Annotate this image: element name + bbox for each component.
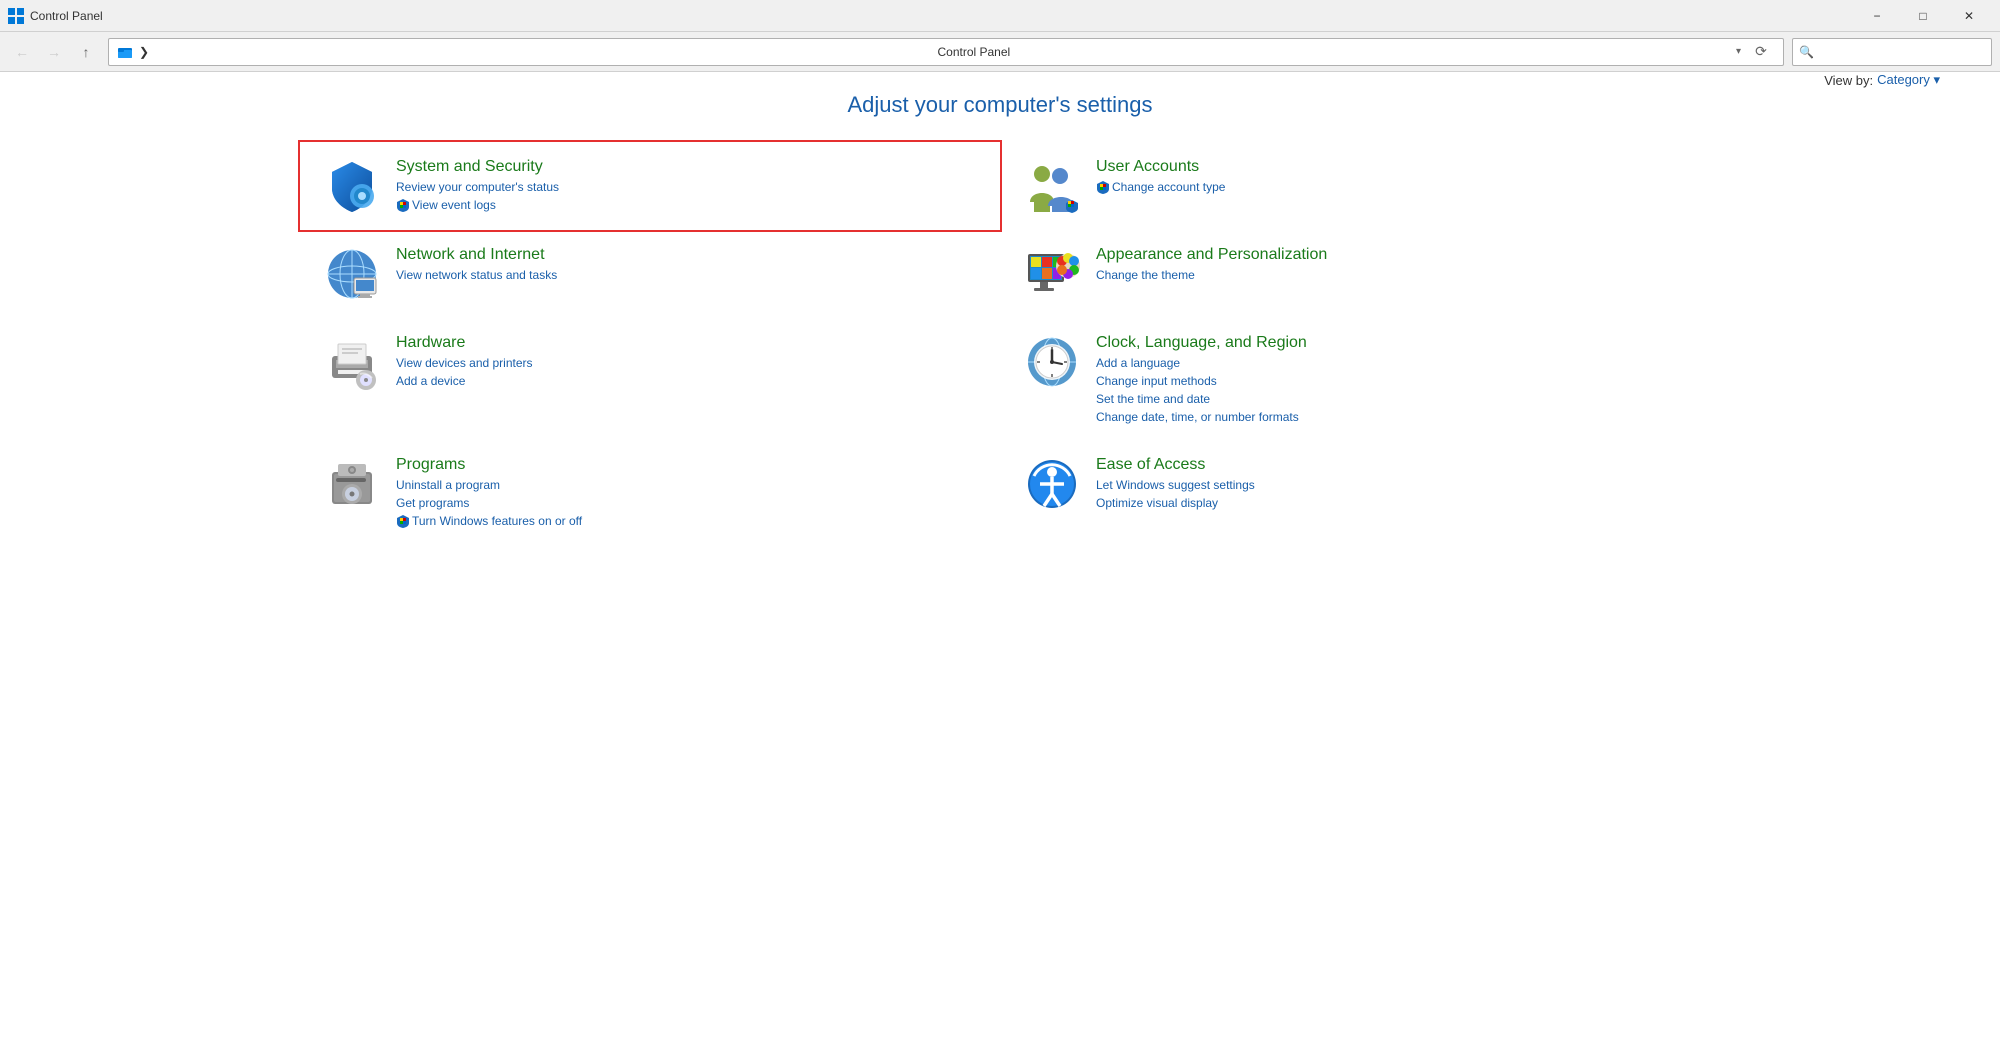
programs-link-1[interactable]: Uninstall a program: [396, 478, 582, 492]
clock-language-icon: [1024, 334, 1080, 390]
clock-language-link-3[interactable]: Set the time and date: [1096, 392, 1307, 406]
clock-language-title[interactable]: Clock, Language, and Region: [1096, 334, 1307, 352]
shield-badge-icon: [396, 198, 410, 212]
search-icon: 🔍: [1799, 45, 1814, 59]
refresh-button[interactable]: ⟳: [1747, 38, 1775, 66]
system-security-icon: [324, 158, 380, 214]
category-user-accounts[interactable]: User Accounts Change account type: [1000, 142, 1700, 230]
search-box[interactable]: 🔍: [1792, 38, 1992, 66]
user-accounts-icon: [1024, 158, 1080, 214]
hardware-title[interactable]: Hardware: [396, 334, 533, 352]
ease-of-access-title[interactable]: Ease of Access: [1096, 456, 1255, 474]
shield-small-icon: [1096, 180, 1110, 194]
programs-text: Programs Uninstall a program Get program…: [396, 456, 582, 528]
appearance-title[interactable]: Appearance and Personalization: [1096, 246, 1327, 264]
forward-button[interactable]: →: [40, 38, 68, 66]
title-bar: Control Panel − □ ✕: [0, 0, 2000, 32]
category-hardware[interactable]: Hardware View devices and printers Add a…: [300, 318, 1000, 440]
category-clock-language[interactable]: Clock, Language, and Region Add a langua…: [1000, 318, 1700, 440]
title-bar-left: Control Panel: [8, 8, 103, 24]
ease-of-access-icon: [1024, 456, 1080, 512]
address-label: Control Panel: [937, 45, 1729, 59]
address-field[interactable]: ❯ Control Panel ▾ ⟳: [108, 38, 1784, 66]
restore-button[interactable]: □: [1900, 0, 1946, 32]
app-icon: [8, 8, 24, 24]
folder-icon: [117, 44, 133, 60]
appearance-text: Appearance and Personalization Change th…: [1096, 246, 1327, 282]
page-title: Adjust your computer's settings: [40, 92, 1960, 118]
close-button[interactable]: ✕: [1946, 0, 1992, 32]
address-chevron-icon: ▾: [1736, 46, 1741, 57]
system-security-link-2[interactable]: View event logs: [396, 198, 559, 212]
clock-language-link-4[interactable]: Change date, time, or number formats: [1096, 410, 1307, 424]
category-programs[interactable]: Programs Uninstall a program Get program…: [300, 440, 1000, 544]
hardware-link-2[interactable]: Add a device: [396, 374, 533, 388]
hardware-link-1[interactable]: View devices and printers: [396, 356, 533, 370]
appearance-link-1[interactable]: Change the theme: [1096, 268, 1327, 282]
category-system-security[interactable]: System and Security Review your computer…: [298, 140, 1002, 232]
system-security-title[interactable]: System and Security: [396, 158, 559, 176]
user-accounts-link-1[interactable]: Change account type: [1096, 180, 1225, 194]
minimize-button[interactable]: −: [1854, 0, 1900, 32]
clock-language-text: Clock, Language, and Region Add a langua…: [1096, 334, 1307, 424]
network-internet-icon: [324, 246, 380, 302]
appearance-icon: [1024, 246, 1080, 302]
ease-of-access-text: Ease of Access Let Windows suggest setti…: [1096, 456, 1255, 510]
view-by-value[interactable]: Category ▾: [1877, 72, 1940, 88]
programs-link-3[interactable]: Turn Windows features on or off: [396, 514, 582, 528]
hardware-text: Hardware View devices and printers Add a…: [396, 334, 533, 388]
network-internet-title[interactable]: Network and Internet: [396, 246, 557, 264]
programs-title[interactable]: Programs: [396, 456, 582, 474]
hardware-icon: [324, 334, 380, 390]
system-security-text: System and Security Review your computer…: [396, 158, 559, 212]
user-accounts-title[interactable]: User Accounts: [1096, 158, 1225, 176]
back-button[interactable]: ←: [8, 38, 36, 66]
network-internet-text: Network and Internet View network status…: [396, 246, 557, 282]
categories-grid: System and Security Review your computer…: [300, 142, 1700, 544]
system-security-link-1[interactable]: Review your computer's status: [396, 180, 559, 194]
main-content: View by: Category ▾ Adjust your computer…: [0, 72, 2000, 1057]
view-by-label: View by:: [1824, 73, 1873, 88]
ease-of-access-link-1[interactable]: Let Windows suggest settings: [1096, 478, 1255, 492]
programs-icon: [324, 456, 380, 512]
window-controls: − □ ✕: [1854, 0, 1992, 32]
programs-link-2[interactable]: Get programs: [396, 496, 582, 510]
clock-language-link-2[interactable]: Change input methods: [1096, 374, 1307, 388]
user-accounts-text: User Accounts Change account type: [1096, 158, 1225, 194]
category-ease-of-access[interactable]: Ease of Access Let Windows suggest setti…: [1000, 440, 1700, 544]
network-internet-link-1[interactable]: View network status and tasks: [396, 268, 557, 282]
ease-of-access-link-2[interactable]: Optimize visual display: [1096, 496, 1255, 510]
clock-language-link-1[interactable]: Add a language: [1096, 356, 1307, 370]
programs-shield-icon: [396, 514, 410, 528]
window-title: Control Panel: [30, 9, 103, 23]
address-bar: ← → ↑ ❯ Control Panel ▾ ⟳ 🔍: [0, 32, 2000, 72]
address-path: ❯: [139, 45, 931, 59]
up-button[interactable]: ↑: [72, 38, 100, 66]
category-network-internet[interactable]: Network and Internet View network status…: [300, 230, 1000, 318]
category-appearance[interactable]: Appearance and Personalization Change th…: [1000, 230, 1700, 318]
